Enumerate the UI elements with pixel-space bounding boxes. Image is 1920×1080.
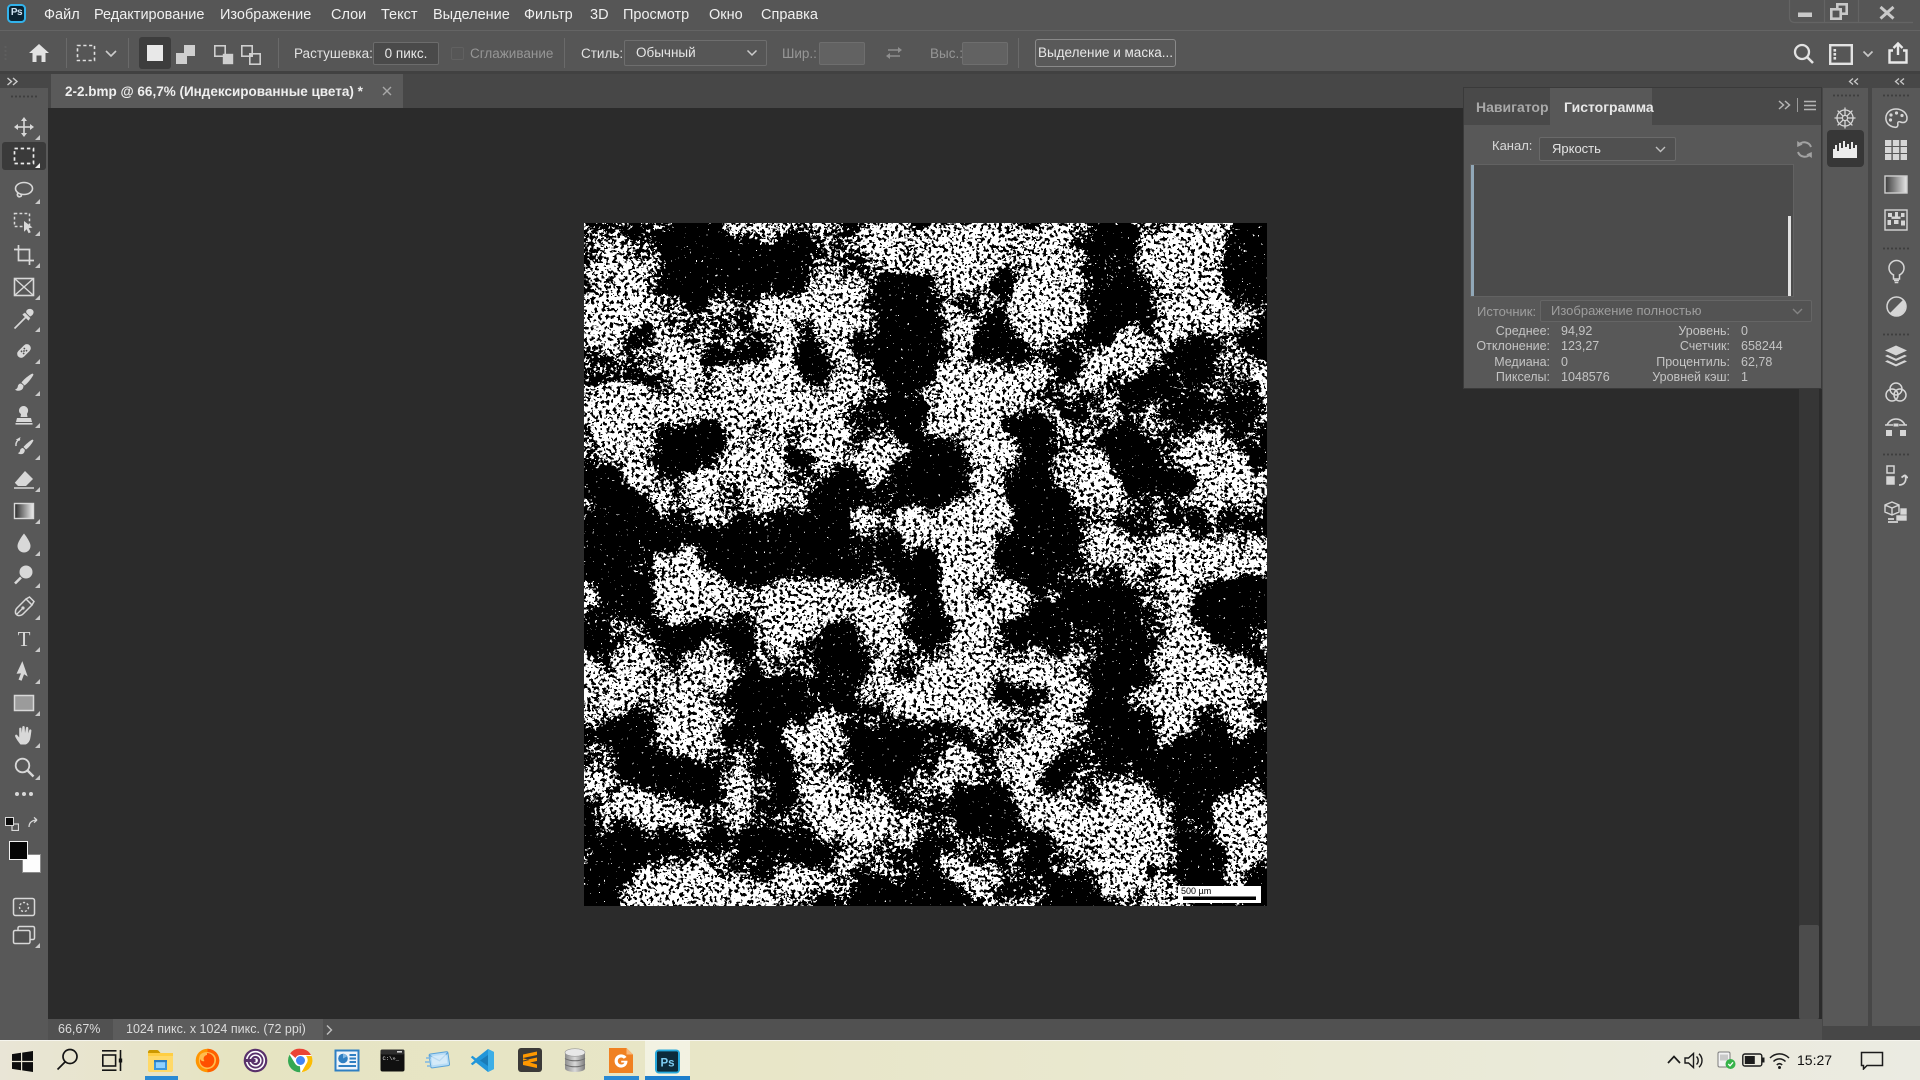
svg-text:T: T bbox=[18, 628, 31, 650]
svg-text:Ps: Ps bbox=[660, 1058, 674, 1070]
svg-text:C:\»_: C:\»_ bbox=[383, 1055, 400, 1062]
